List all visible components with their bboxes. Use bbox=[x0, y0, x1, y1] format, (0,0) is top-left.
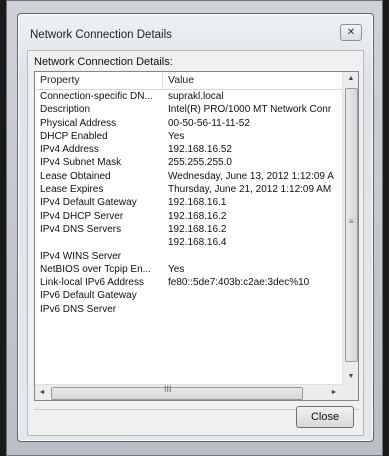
list-item[interactable]: IPv4 WINS Server bbox=[35, 251, 343, 264]
property-cell: IPv6 DNS Server bbox=[40, 303, 117, 315]
grip-icon: ≡ bbox=[349, 217, 354, 226]
list-item[interactable]: Lease Expires Thursday, June 21, 2012 1:1… bbox=[35, 184, 343, 197]
property-cell: Physical Address bbox=[40, 117, 117, 129]
network-connection-details-dialog: Network Connection Details ✕ Network Con… bbox=[17, 13, 374, 442]
vertical-scrollbar[interactable]: ▲ ≡ ▼ bbox=[342, 72, 358, 384]
list-item[interactable]: Lease Obtained Wednesday, June 13, 2012 1… bbox=[35, 171, 343, 184]
list-item[interactable]: 192.168.16.4 bbox=[35, 237, 343, 250]
value-cell: Wednesday, June 13, 2012 1:12:09 A bbox=[168, 170, 334, 182]
list-item[interactable]: IPv4 Subnet Mask 255.255.255.0 bbox=[35, 157, 343, 170]
horizontal-scrollbar[interactable]: ◄ III ► bbox=[35, 384, 343, 400]
value-cell: 255.255.255.0 bbox=[168, 157, 232, 169]
section-label: Network Connection Details: bbox=[34, 56, 173, 68]
list-item[interactable]: Connection-specific DN... suprakl.local bbox=[35, 91, 343, 104]
value-cell: 00-50-56-11-11-52 bbox=[168, 117, 250, 129]
list-header: Property Value bbox=[35, 72, 343, 90]
value-cell: Yes bbox=[168, 130, 185, 142]
scroll-left-icon[interactable]: ◄ bbox=[35, 385, 49, 400]
list-item[interactable]: IPv6 Default Gateway bbox=[35, 290, 343, 303]
value-cell: Intel(R) PRO/1000 MT Network Conr bbox=[168, 104, 332, 116]
property-cell: Connection-specific DN... bbox=[40, 91, 153, 102]
horizontal-scroll-thumb[interactable]: III bbox=[51, 384, 303, 400]
value-cell: 192.168.16.52 bbox=[168, 144, 232, 156]
list-item[interactable]: DHCP Enabled Yes bbox=[35, 131, 343, 144]
property-cell: IPv6 Default Gateway bbox=[40, 290, 137, 302]
property-cell: IPv4 Default Gateway bbox=[40, 197, 137, 209]
value-cell: suprakl.local bbox=[168, 91, 224, 102]
property-cell: Link-local IPv6 Address bbox=[40, 277, 144, 289]
list-item[interactable]: Physical Address 00-50-56-11-11-52 bbox=[35, 118, 343, 131]
grip-icon: III bbox=[164, 384, 172, 394]
property-cell: Description bbox=[40, 104, 91, 116]
value-cell: Thursday, June 21, 2012 1:12:09 AM bbox=[168, 184, 332, 196]
property-cell: NetBIOS over Tcpip En... bbox=[40, 263, 151, 275]
scroll-up-icon[interactable]: ▲ bbox=[343, 72, 358, 86]
close-button[interactable]: Close bbox=[296, 406, 354, 428]
list-item[interactable]: IPv6 DNS Server bbox=[35, 304, 343, 317]
list-item[interactable]: IPv4 DNS Servers 192.168.16.2 bbox=[35, 224, 343, 237]
list-item[interactable]: Link-local IPv6 Address fe80::5de7:403b:c… bbox=[35, 277, 343, 290]
list-item[interactable]: IPv4 Address 192.168.16.52 bbox=[35, 144, 343, 157]
value-cell: Yes bbox=[168, 263, 185, 275]
property-cell: Lease Expires bbox=[40, 184, 104, 196]
details-list[interactable]: Property Value Connection-specific DN...… bbox=[34, 71, 359, 401]
value-cell: 192.168.16.1 bbox=[168, 197, 227, 209]
list-rows: Connection-specific DN... suprakl.local De… bbox=[35, 91, 343, 383]
list-item[interactable]: NetBIOS over Tcpip En... Yes bbox=[35, 264, 343, 277]
column-header-property[interactable]: Property bbox=[40, 74, 80, 86]
value-cell: fe80::5de7:403b:c2ae:3dec%10 bbox=[168, 277, 310, 289]
column-divider[interactable] bbox=[162, 72, 163, 89]
close-icon[interactable]: ✕ bbox=[340, 24, 362, 41]
list-item[interactable]: Description Intel(R) PRO/1000 MT Network … bbox=[35, 104, 343, 117]
property-cell: IPv4 DHCP Server bbox=[40, 210, 124, 222]
value-cell: 192.168.16.2 bbox=[168, 223, 227, 235]
vertical-scroll-thumb[interactable]: ≡ bbox=[345, 88, 358, 362]
list-item[interactable]: IPv4 DHCP Server 192.168.16.2 bbox=[35, 211, 343, 224]
property-cell: IPv4 Subnet Mask bbox=[40, 157, 122, 169]
value-cell: 192.168.16.4 bbox=[168, 237, 227, 249]
property-cell: IPv4 Address bbox=[40, 144, 99, 156]
property-cell: IPv4 WINS Server bbox=[40, 250, 122, 262]
dialog-title: Network Connection Details bbox=[30, 29, 172, 41]
list-item[interactable]: IPv4 Default Gateway 192.168.16.1 bbox=[35, 197, 343, 210]
scroll-right-icon[interactable]: ► bbox=[327, 385, 341, 400]
property-cell: IPv4 DNS Servers bbox=[40, 223, 122, 235]
scroll-down-icon[interactable]: ▼ bbox=[343, 370, 358, 384]
column-header-value[interactable]: Value bbox=[168, 74, 194, 86]
property-cell: Lease Obtained bbox=[40, 170, 111, 182]
property-cell: DHCP Enabled bbox=[40, 130, 108, 142]
dialog-body: Network Connection Details: Property Val… bbox=[27, 50, 364, 436]
scrollbar-corner bbox=[342, 384, 358, 400]
value-cell: 192.168.16.2 bbox=[168, 210, 227, 222]
